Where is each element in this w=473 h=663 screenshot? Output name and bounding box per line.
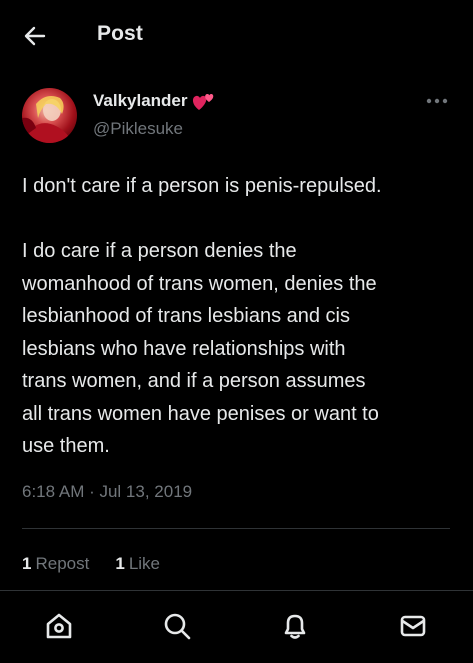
post-stats: 1 Repost 1 Like <box>22 554 186 574</box>
back-button[interactable] <box>22 23 48 49</box>
post-text: I don't care if a person is penis-repuls… <box>22 175 382 457</box>
home-icon <box>46 613 72 639</box>
avatar[interactable] <box>22 88 77 143</box>
nav-home-button[interactable] <box>42 609 76 643</box>
divider <box>22 528 450 529</box>
nav-messages-button[interactable] <box>396 609 430 643</box>
author-handle[interactable]: @Piklesuke <box>93 119 183 139</box>
nav-notifications-button[interactable] <box>278 609 312 643</box>
display-name[interactable]: Valkylander <box>93 91 188 111</box>
reposts-label: Repost <box>35 554 90 573</box>
messages-envelope-icon <box>400 615 426 637</box>
more-dots-icon <box>426 98 448 104</box>
author-name-row: Valkylander <box>93 90 216 112</box>
bottom-nav <box>0 590 473 663</box>
two-hearts-emoji <box>192 93 213 110</box>
nav-search-button[interactable] <box>160 609 194 643</box>
more-options-button[interactable] <box>424 92 450 110</box>
top-bar: Post <box>0 0 473 70</box>
likes-label: Like <box>128 554 160 573</box>
likes-count: 1 <box>115 554 125 573</box>
search-icon <box>164 613 191 640</box>
post-timestamp[interactable]: 6:18 AM · Jul 13, 2019 <box>22 482 192 502</box>
reposts-count: 1 <box>22 554 32 573</box>
arrow-left-icon <box>24 26 46 46</box>
likes-stat[interactable]: 1 Like <box>115 554 160 574</box>
reposts-stat[interactable]: 1 Repost <box>22 554 89 574</box>
notifications-bell-icon <box>284 614 306 639</box>
page-title: Post <box>97 22 143 45</box>
